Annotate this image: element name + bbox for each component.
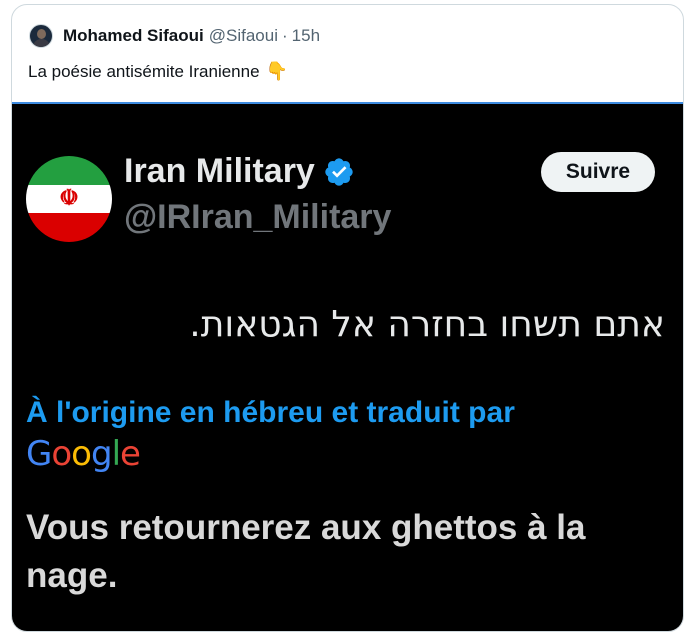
pointing-down-emoji-icon: 👇	[265, 61, 288, 81]
emblem-icon: ☫	[59, 185, 79, 210]
tweet-header: Mohamed Sifaoui @Sifaoui · 15h	[29, 23, 320, 49]
google-letter: g	[90, 434, 113, 474]
embedded-account-name-text: Iran Military	[124, 152, 315, 190]
google-logo: Google	[26, 434, 141, 474]
separator-dot: ·	[281, 26, 288, 45]
follow-button: Suivre	[541, 152, 655, 192]
embedded-account-name: Iran Military	[124, 152, 355, 191]
google-letter: o	[51, 434, 72, 474]
tweet-card[interactable]: Mohamed Sifaoui @Sifaoui · 15h La poésie…	[11, 4, 684, 632]
google-letter: e	[120, 434, 141, 474]
iran-flag-avatar: ☫	[26, 156, 112, 242]
original-hebrew-text: אתם תשחו בחזרה אל הגטאות.	[189, 304, 665, 345]
verified-badge-icon	[325, 157, 353, 186]
google-letter: G	[26, 434, 52, 474]
google-letter: o	[71, 434, 92, 474]
author-handle[interactable]: @Sifaoui	[209, 26, 278, 46]
tweet-text: La poésie antisémite Iranienne 👇	[28, 61, 288, 82]
avatar[interactable]	[29, 24, 53, 48]
embedded-image[interactable]: ☫ Iran Military @IRIran_Military Suivre …	[12, 102, 683, 631]
translated-by-label: À l'origine en hébreu et traduit par	[26, 396, 515, 429]
author-name[interactable]: Mohamed Sifaoui	[63, 26, 204, 46]
translated-text: Vous retournerez aux ghettos à la nage.	[26, 508, 586, 595]
timestamp[interactable]: 15h	[292, 26, 320, 46]
tweet-text-content: La poésie antisémite Iranienne	[28, 61, 260, 81]
google-letter: l	[111, 434, 122, 474]
embedded-account-handle: @IRIran_Military	[124, 198, 392, 236]
